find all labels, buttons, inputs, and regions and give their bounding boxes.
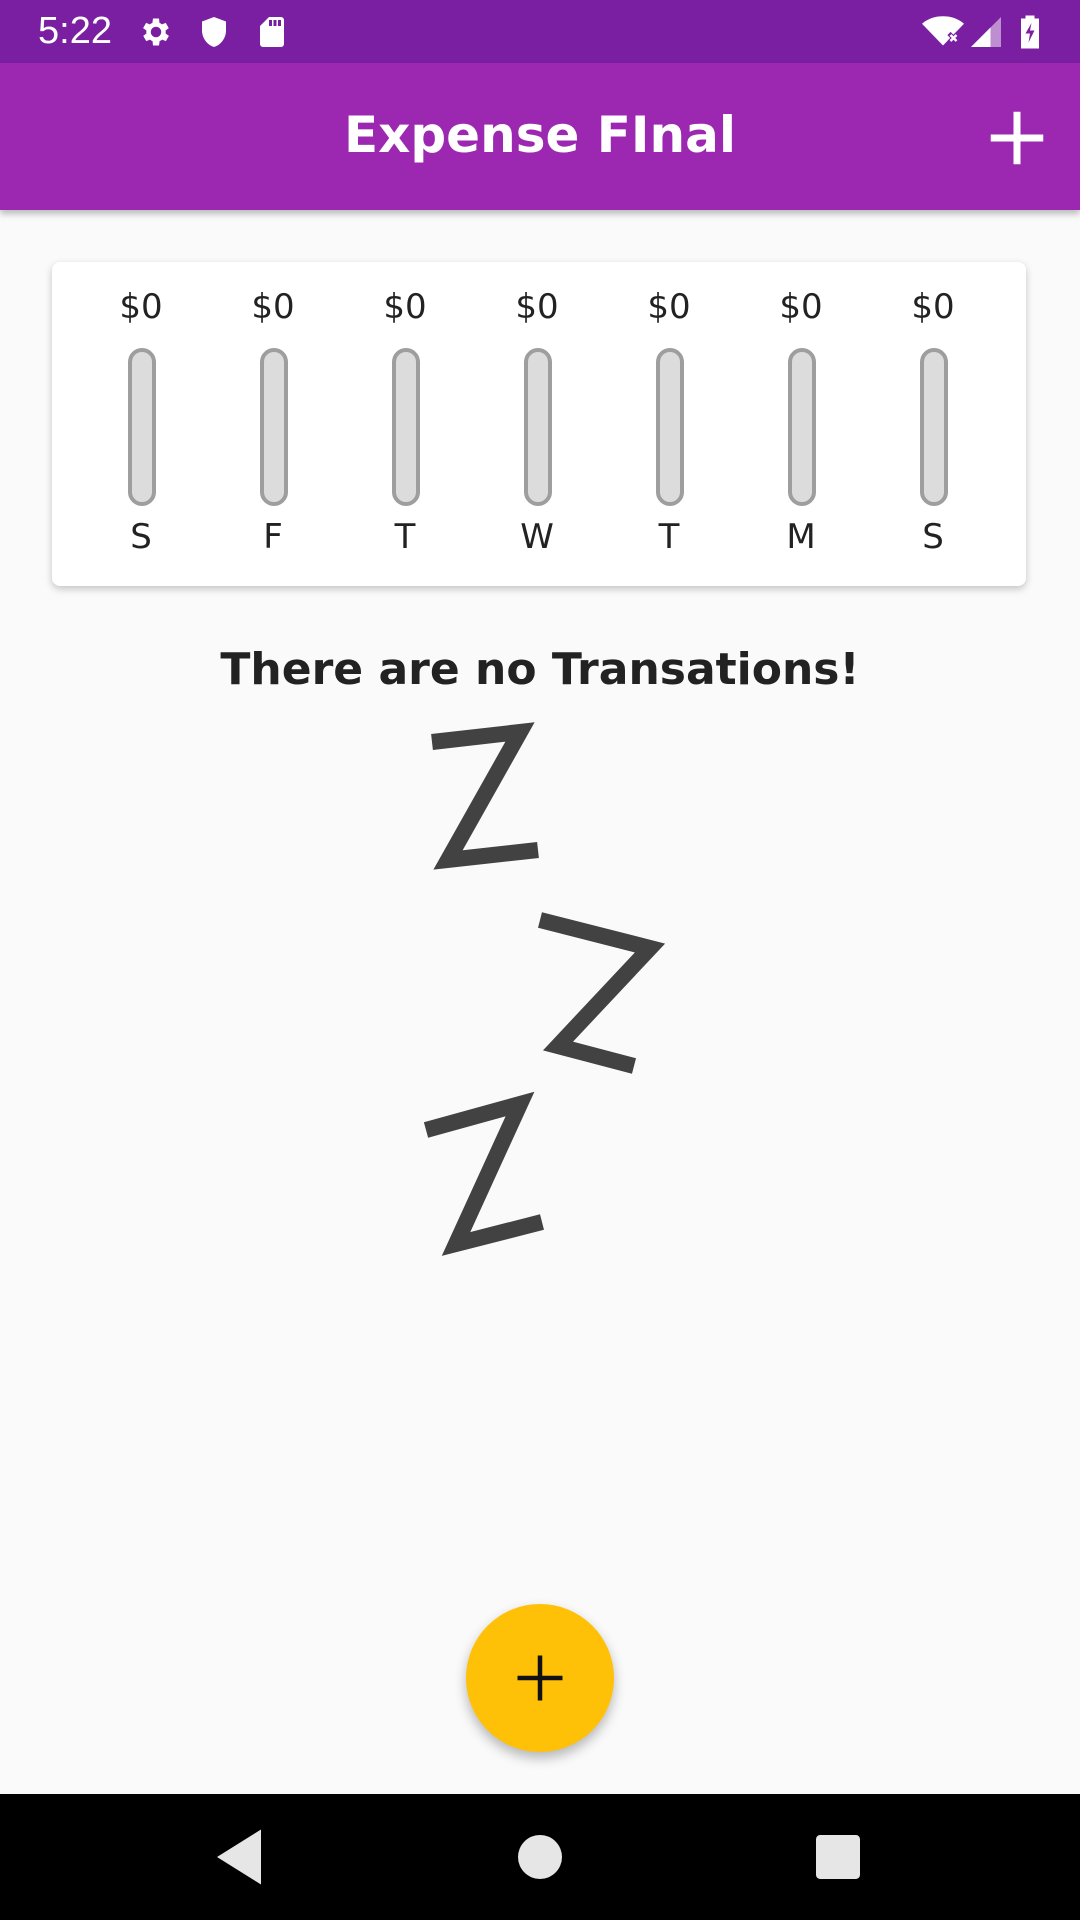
chart-bar-column: $0 M (746, 262, 856, 586)
shield-icon (202, 17, 226, 47)
bar-amount-label: $0 (383, 287, 427, 327)
recents-icon[interactable] (805, 1824, 871, 1890)
bar-day-label: S (130, 517, 152, 557)
bar-amount-label: $0 (911, 287, 955, 327)
signal-icon (971, 17, 1001, 47)
battery-icon (1021, 15, 1039, 49)
bar-track (788, 348, 816, 506)
app-bar: Expense FInal (0, 63, 1080, 210)
plus-icon (517, 1655, 563, 1701)
chart-bar-column: $0 S (878, 262, 988, 586)
bar-day-label: W (520, 517, 554, 557)
status-bar: 5:22 (0, 0, 1080, 63)
bar-track (128, 348, 156, 506)
wifi-icon (922, 16, 964, 46)
bar-track (524, 348, 552, 506)
bar-track (920, 348, 948, 506)
empty-state-message: There are no Transations! (220, 644, 860, 695)
chart-bar-column: $0 W (482, 262, 592, 586)
weekly-chart-card: $0 S $0 F $0 T $0 W $0 T $0 M $0 S (52, 262, 1026, 586)
bar-amount-label: $0 (515, 287, 559, 327)
chart-bar-column: $0 S (86, 262, 196, 586)
status-time: 5:22 (38, 10, 112, 52)
system-nav-bar (0, 1794, 1080, 1920)
bar-amount-label: $0 (779, 287, 823, 327)
bar-track (260, 348, 288, 506)
bar-day-label: F (263, 517, 283, 557)
chart-bar-column: $0 T (614, 262, 724, 586)
bar-day-label: M (786, 517, 816, 557)
bar-day-label: T (658, 517, 680, 557)
sleeping-zzz-icon (423, 722, 666, 1256)
bar-day-label: T (394, 517, 416, 557)
settings-icon (143, 18, 169, 46)
add-transaction-fab[interactable] (466, 1604, 614, 1752)
app-title: Expense FInal (343, 106, 737, 164)
add-transaction-button[interactable] (982, 103, 1052, 173)
bar-day-label: S (922, 517, 944, 557)
chart-bar-column: $0 T (350, 262, 460, 586)
home-icon[interactable] (507, 1824, 573, 1890)
bar-track (392, 348, 420, 506)
app-screen: 5:22 Expense FInal $0 S $0 F $0 T $0 W $… (0, 0, 1080, 1920)
bar-amount-label: $0 (119, 287, 163, 327)
bar-amount-label: $0 (647, 287, 691, 327)
bar-track (656, 348, 684, 506)
chart-bar-column: $0 F (218, 262, 328, 586)
sd-card-icon (260, 17, 284, 47)
back-icon[interactable] (206, 1824, 272, 1890)
bar-amount-label: $0 (251, 287, 295, 327)
plus-icon (990, 111, 1044, 165)
